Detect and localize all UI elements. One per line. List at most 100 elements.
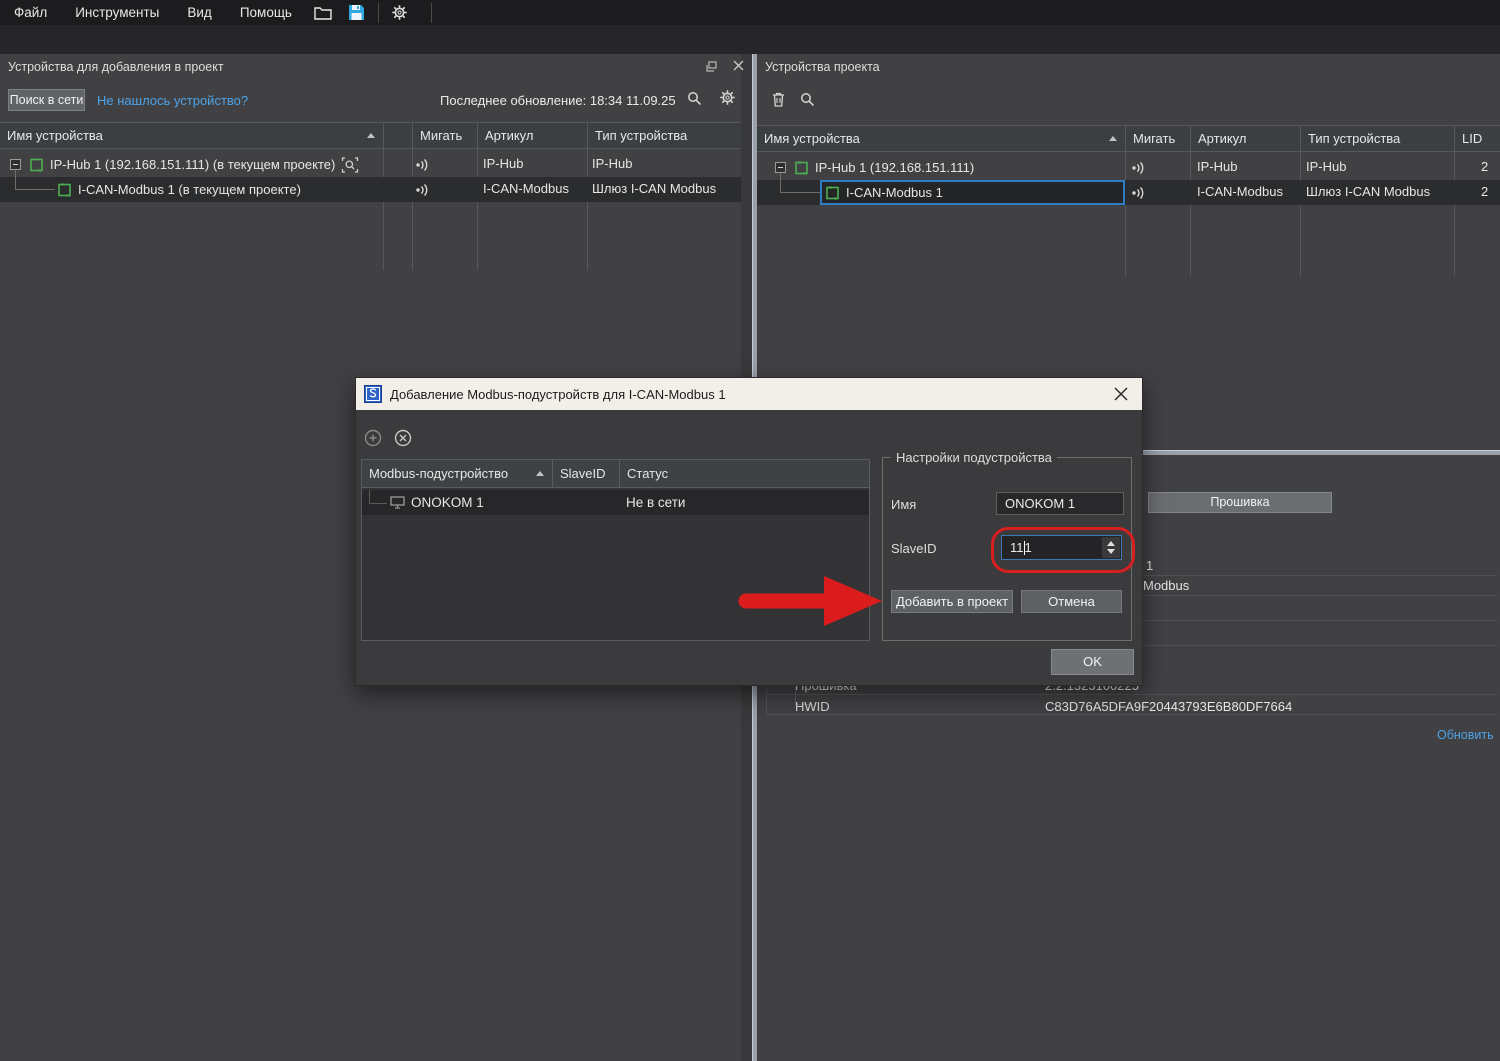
dlg-col-slaveid-label: SlaveID [560, 466, 606, 481]
right-col-blink[interactable]: Мигать [1126, 125, 1190, 152]
tree-line-h [15, 189, 55, 190]
float-panel-icon[interactable] [706, 61, 717, 72]
right-col-lid-label: LID [1462, 131, 1482, 146]
collapse-icon[interactable] [775, 162, 786, 173]
device-name: I-CAN-Modbus 1 [846, 185, 943, 200]
search-network-label: Поиск в сети [10, 93, 84, 107]
name-field[interactable]: ONOKOM 1 [996, 492, 1124, 515]
tree-line-v [369, 490, 370, 503]
device-icon [795, 161, 808, 175]
dialog-title: Добавление Modbus-подустройств для I-CAN… [390, 387, 726, 402]
device-name: IP-Hub 1 (192.168.151.111) [815, 160, 974, 175]
device-icon [826, 186, 839, 200]
left-col-spacer [384, 122, 412, 149]
dialog-close-icon[interactable] [1114, 387, 1128, 401]
lid-cell: 2 [1481, 184, 1488, 199]
search-icon[interactable] [800, 92, 815, 107]
blink-signal-icon[interactable] [1131, 186, 1148, 200]
menu-help[interactable]: Помощь [226, 0, 306, 25]
menu-file[interactable]: Файл [0, 0, 61, 25]
device-not-found-link[interactable]: Не нашлось устройство? [97, 93, 248, 108]
blink-signal-icon[interactable] [1131, 161, 1148, 175]
left-col-blink[interactable]: Мигать [413, 122, 477, 149]
add-to-project-label: Добавить в проект [896, 594, 1008, 609]
annotation-arrow [738, 568, 888, 634]
device-name: IP-Hub 1 (192.168.151.111) (в текущем пр… [50, 157, 335, 172]
ok-label: OK [1083, 654, 1102, 669]
right-col-article-label: Артикул [1198, 131, 1246, 146]
ok-button[interactable]: OK [1051, 649, 1134, 675]
subdevice-name: ONOKOM 1 [411, 495, 484, 510]
lid-cell: 2 [1481, 159, 1488, 174]
delete-device-icon[interactable] [772, 92, 785, 107]
right-col-name[interactable]: Имя устройства [757, 125, 1125, 152]
property-value-fragment: 1 [1146, 558, 1153, 573]
right-col-article[interactable]: Артикул [1191, 125, 1300, 152]
add-subdevice-icon[interactable] [364, 429, 382, 447]
slaveid-label: SlaveID [891, 541, 937, 556]
menu-tools[interactable]: Инструменты [61, 0, 173, 25]
left-col-name[interactable]: Имя устройства [0, 122, 383, 149]
menu-view[interactable]: Вид [173, 0, 225, 25]
right-panel-title: Устройства проекта [765, 60, 880, 74]
right-col-type-label: Тип устройства [1308, 131, 1400, 146]
article-cell: IP-Hub [1197, 159, 1237, 174]
last-update-text: Последнее обновление: 18:34 11.09.25 [440, 93, 676, 108]
blink-signal-icon[interactable] [415, 158, 432, 172]
type-cell: Шлюз I-CAN Modbus [592, 181, 716, 196]
dlg-col-device[interactable]: Modbus-подустройство [361, 459, 553, 488]
name-label: Имя [891, 497, 916, 512]
tree-line-v [780, 173, 781, 192]
dlg-col-status[interactable]: Статус [619, 459, 870, 488]
add-to-project-button[interactable]: Добавить в проект [891, 590, 1013, 613]
settings-group-title: Настройки подустройства [891, 450, 1057, 465]
tree-line-h [780, 192, 820, 193]
save-icon[interactable] [340, 0, 374, 25]
sort-asc-icon [367, 133, 375, 138]
left-col-type[interactable]: Тип устройства [588, 122, 741, 149]
article-cell: I-CAN-Modbus [483, 181, 569, 196]
type-cell: IP-Hub [592, 156, 632, 171]
view-tab-strip [0, 25, 1500, 54]
cancel-button[interactable]: Отмена [1021, 590, 1122, 613]
open-folder-icon[interactable] [306, 0, 340, 25]
left-col-type-label: Тип устройства [595, 128, 687, 143]
dialog-titlebar[interactable]: Добавление Modbus-подустройств для I-CAN… [356, 378, 1142, 410]
right-col-type[interactable]: Тип устройства [1301, 125, 1454, 152]
menu-bar: Файл Инструменты Вид Помощь [0, 0, 1500, 25]
remove-subdevice-icon[interactable] [394, 429, 412, 447]
sort-asc-icon [1109, 136, 1117, 141]
search-icon[interactable] [687, 91, 702, 106]
dlg-col-status-label: Статус [627, 466, 668, 481]
device-icon [30, 158, 43, 172]
subdevice-icon [390, 496, 405, 509]
firmware-button-label: Прошивка [1210, 495, 1269, 509]
left-col-article[interactable]: Артикул [478, 122, 587, 149]
type-cell: Шлюз I-CAN Modbus [1306, 184, 1430, 199]
identify-search-icon[interactable] [341, 157, 359, 173]
tree-line-h [369, 503, 387, 504]
right-col-lid[interactable]: LID [1455, 125, 1500, 152]
close-panel-icon[interactable] [733, 60, 744, 71]
firmware-button[interactable]: Прошивка [1148, 492, 1332, 513]
left-col-article-label: Артикул [485, 128, 533, 143]
menu-separator-2 [431, 3, 432, 23]
dlg-col-slaveid[interactable]: SlaveID [552, 459, 620, 488]
blink-signal-icon[interactable] [415, 183, 432, 197]
refresh-link[interactable]: Обновить [1437, 728, 1494, 742]
search-network-button[interactable]: Поиск в сети [8, 89, 85, 111]
app-logo-icon [364, 385, 382, 403]
name-field-value: ONOKOM 1 [1005, 496, 1075, 511]
table-row[interactable]: IP-Hub 1 (192.168.151.111) [757, 155, 1500, 180]
annotation-highlight-slaveid [991, 527, 1135, 573]
right-col-blink-label: Мигать [1133, 131, 1175, 146]
selected-name-cell[interactable]: I-CAN-Modbus 1 [820, 180, 1125, 205]
article-cell: IP-Hub [483, 156, 523, 171]
type-cell: IP-Hub [1306, 159, 1346, 174]
gear-icon[interactable] [719, 89, 736, 106]
collapse-icon[interactable] [10, 159, 21, 170]
grid-line [766, 714, 1497, 715]
left-col-name-label: Имя устройства [7, 128, 103, 143]
right-col-name-label: Имя устройства [764, 131, 860, 146]
settings-gear-icon[interactable] [383, 0, 417, 25]
